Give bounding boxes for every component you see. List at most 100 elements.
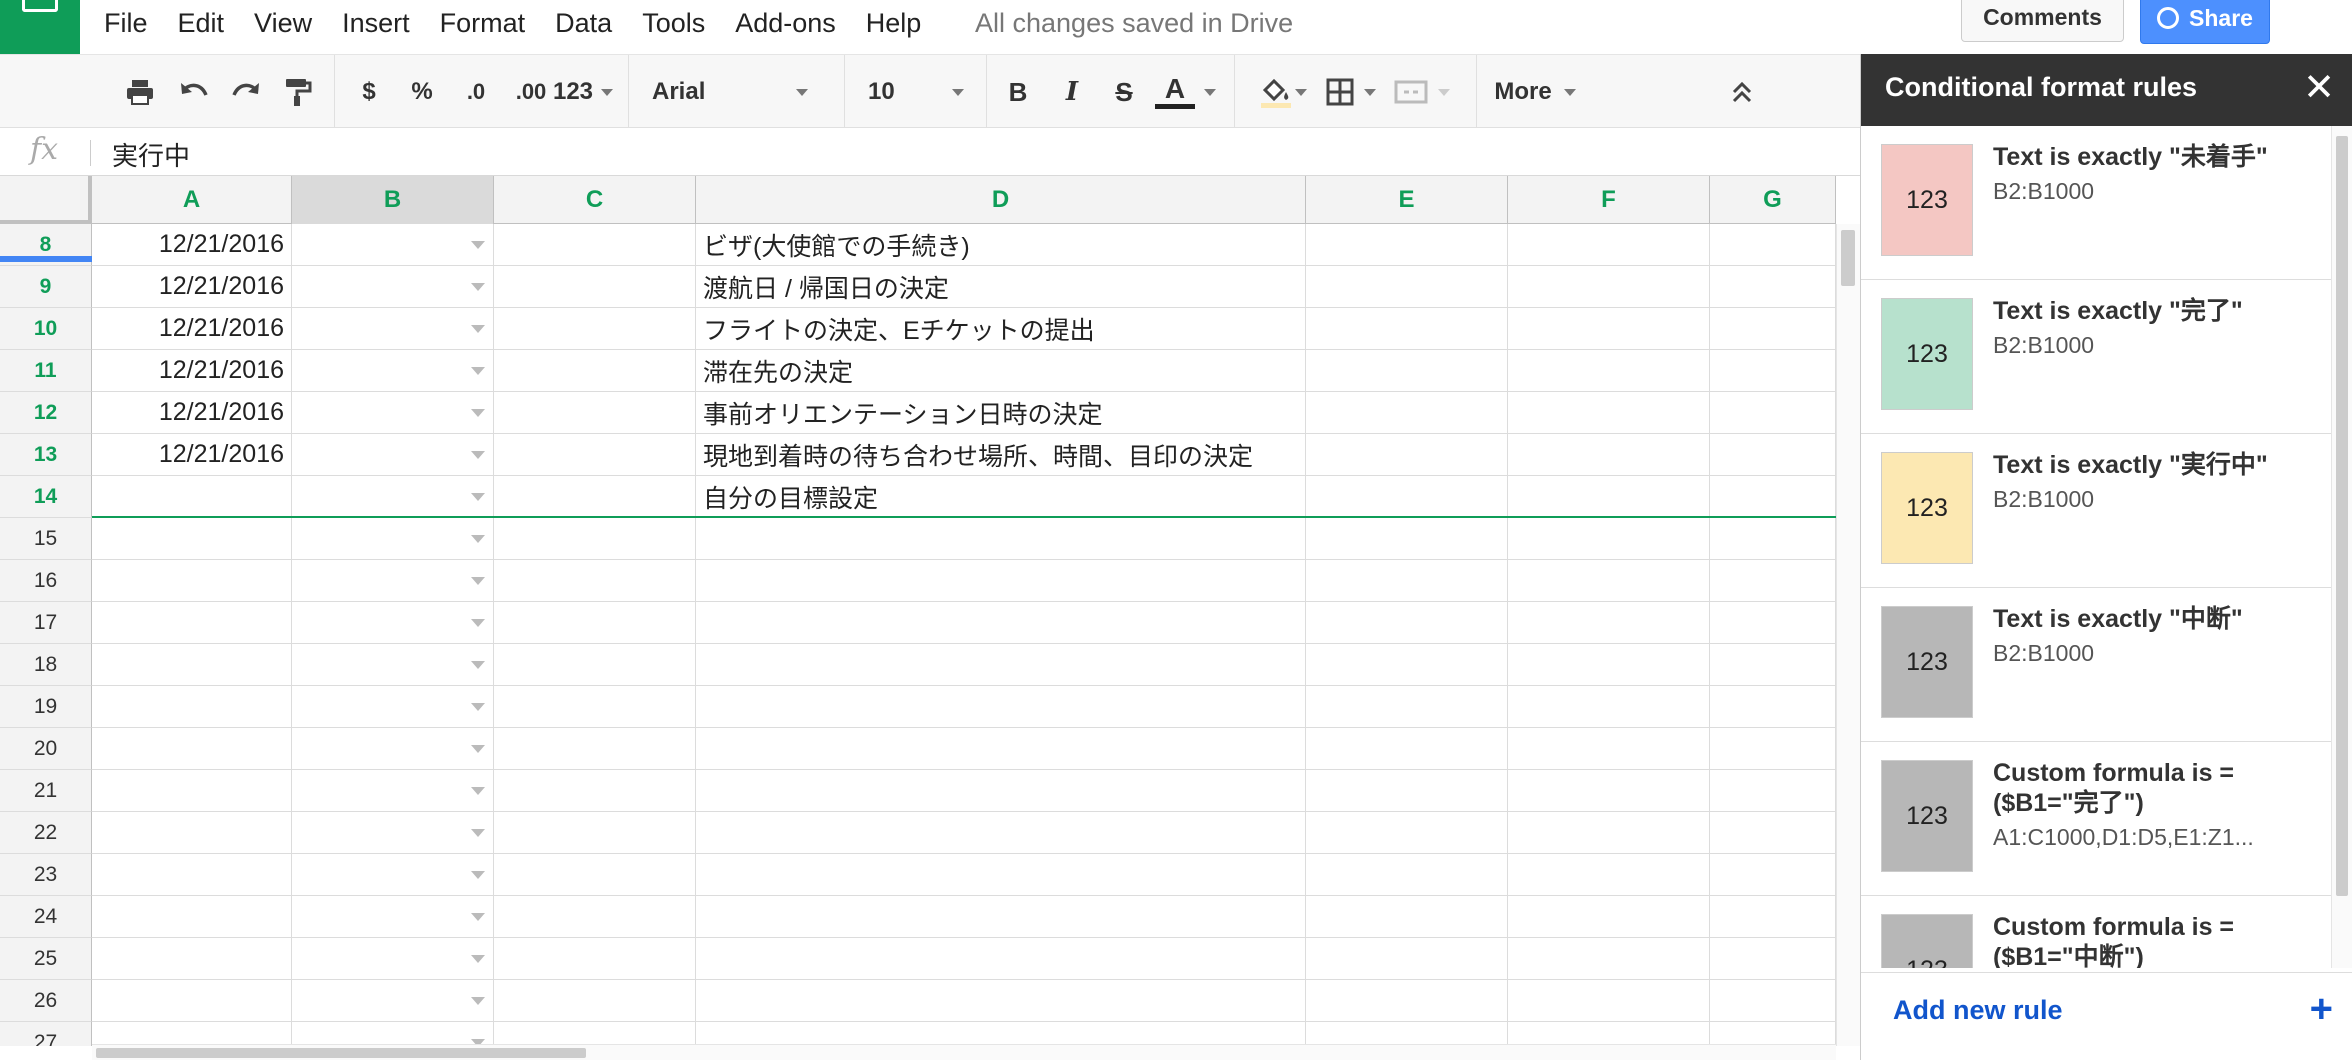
scroll-thumb[interactable] — [1841, 230, 1855, 286]
menu-help[interactable]: Help — [866, 8, 922, 39]
cell-a[interactable]: 12/21/2016 — [92, 350, 292, 392]
undo-icon[interactable] — [172, 55, 216, 129]
cell-d[interactable]: ビザ(大使館での手続き) — [696, 224, 1306, 266]
cell-f[interactable] — [1508, 644, 1710, 686]
italic-button[interactable]: I — [1052, 55, 1092, 129]
cell-f[interactable] — [1508, 1022, 1710, 1046]
cell-g[interactable] — [1710, 938, 1836, 980]
cell-g[interactable] — [1710, 434, 1836, 476]
cell-f[interactable] — [1508, 812, 1710, 854]
cell-e[interactable] — [1306, 938, 1508, 980]
cell-b[interactable] — [292, 392, 494, 434]
cell-f[interactable] — [1508, 938, 1710, 980]
cell-g[interactable] — [1710, 980, 1836, 1022]
cell-c[interactable] — [494, 896, 696, 938]
cell-f[interactable] — [1508, 518, 1710, 560]
number-format-dropdown[interactable]: 123 — [550, 55, 616, 129]
dropdown-arrow-icon[interactable] — [471, 745, 485, 753]
column-header-c[interactable]: C — [494, 176, 696, 224]
cell-d[interactable]: 現地到着時の待ち合わせ場所、時間、目印の決定 — [696, 434, 1306, 476]
cell-a[interactable] — [92, 980, 292, 1022]
cell-c[interactable] — [494, 224, 696, 266]
dropdown-arrow-icon[interactable] — [471, 409, 485, 417]
cell-e[interactable] — [1306, 350, 1508, 392]
row-header[interactable]: 26 — [0, 980, 92, 1022]
cell-d[interactable]: 渡航日 / 帰国日の決定 — [696, 266, 1306, 308]
dropdown-arrow-icon[interactable] — [471, 535, 485, 543]
cell-b[interactable] — [292, 602, 494, 644]
save-status[interactable]: All changes saved in Drive — [975, 8, 1293, 39]
cell-a[interactable]: 12/21/2016 — [92, 308, 292, 350]
merge-cells-button[interactable] — [1390, 55, 1432, 129]
cell-d[interactable]: 事前オリエンテーション日時の決定 — [696, 392, 1306, 434]
column-header-e[interactable]: E — [1306, 176, 1508, 224]
cell-e[interactable] — [1306, 980, 1508, 1022]
strikethrough-button[interactable]: S — [1104, 55, 1144, 129]
cell-f[interactable] — [1508, 476, 1710, 518]
cell-f[interactable] — [1508, 854, 1710, 896]
cell-a[interactable] — [92, 728, 292, 770]
percent-format-button[interactable]: % — [402, 55, 442, 129]
cell-c[interactable] — [494, 266, 696, 308]
conditional-rule[interactable]: 123 Custom formula is =($B1="完了") A1:C1000… — [1861, 742, 2331, 896]
cell-b[interactable] — [292, 476, 494, 518]
cell-g[interactable] — [1710, 1022, 1836, 1046]
dropdown-arrow-icon[interactable] — [471, 577, 485, 585]
collapse-menu-icon[interactable] — [1720, 55, 1764, 129]
menu-data[interactable]: Data — [555, 8, 612, 39]
scroll-thumb[interactable] — [2336, 136, 2348, 896]
row-header[interactable]: 20 — [0, 728, 92, 770]
cell-g[interactable] — [1710, 560, 1836, 602]
cell-a[interactable]: 12/21/2016 — [92, 266, 292, 308]
font-family-dropdown[interactable]: Arial — [640, 55, 820, 129]
cell-a[interactable] — [92, 896, 292, 938]
cell-f[interactable] — [1508, 686, 1710, 728]
cell-f[interactable] — [1508, 770, 1710, 812]
row-header[interactable]: 13 — [0, 434, 92, 476]
cell-e[interactable] — [1306, 266, 1508, 308]
cell-c[interactable] — [494, 350, 696, 392]
text-color-button[interactable]: A — [1150, 55, 1200, 129]
cell-g[interactable] — [1710, 350, 1836, 392]
cell-d[interactable] — [696, 896, 1306, 938]
cell-d[interactable] — [696, 518, 1306, 560]
cell-b[interactable] — [292, 980, 494, 1022]
cell-e[interactable] — [1306, 392, 1508, 434]
cell-f[interactable] — [1508, 308, 1710, 350]
text-color-dropdown[interactable] — [1200, 55, 1220, 129]
cell-c[interactable] — [494, 602, 696, 644]
cell-b[interactable] — [292, 686, 494, 728]
cell-a[interactable] — [92, 560, 292, 602]
cell-c[interactable] — [494, 854, 696, 896]
cell-d[interactable] — [696, 938, 1306, 980]
cell-d[interactable]: フライトの決定、Eチケットの提出 — [696, 308, 1306, 350]
cell-e[interactable] — [1306, 812, 1508, 854]
scroll-thumb[interactable] — [96, 1048, 586, 1058]
cell-g[interactable] — [1710, 518, 1836, 560]
fill-color-dropdown[interactable] — [1294, 55, 1308, 129]
cell-d[interactable] — [696, 854, 1306, 896]
cell-f[interactable] — [1508, 392, 1710, 434]
cell-b[interactable] — [292, 434, 494, 476]
cell-a[interactable] — [92, 1022, 292, 1046]
column-header-f[interactable]: F — [1508, 176, 1710, 224]
cell-c[interactable] — [494, 644, 696, 686]
print-icon[interactable] — [118, 55, 162, 129]
cell-g[interactable] — [1710, 266, 1836, 308]
share-button[interactable]: Share — [2140, 0, 2270, 44]
select-all-corner[interactable] — [0, 176, 92, 224]
cell-b[interactable] — [292, 644, 494, 686]
frozen-row-handle[interactable] — [0, 256, 92, 262]
cell-a[interactable] — [92, 602, 292, 644]
menu-insert[interactable]: Insert — [342, 8, 410, 39]
row-header[interactable]: 24 — [0, 896, 92, 938]
dropdown-arrow-icon[interactable] — [471, 367, 485, 375]
cell-d[interactable]: 滞在先の決定 — [696, 350, 1306, 392]
cell-d[interactable] — [696, 728, 1306, 770]
cell-e[interactable] — [1306, 854, 1508, 896]
conditional-rule[interactable]: 123 Text is exactly "中断" B2:B1000 — [1861, 588, 2331, 742]
menu-format[interactable]: Format — [440, 8, 526, 39]
column-header-a[interactable]: A — [92, 176, 292, 224]
cell-a[interactable] — [92, 476, 292, 518]
cell-c[interactable] — [494, 434, 696, 476]
